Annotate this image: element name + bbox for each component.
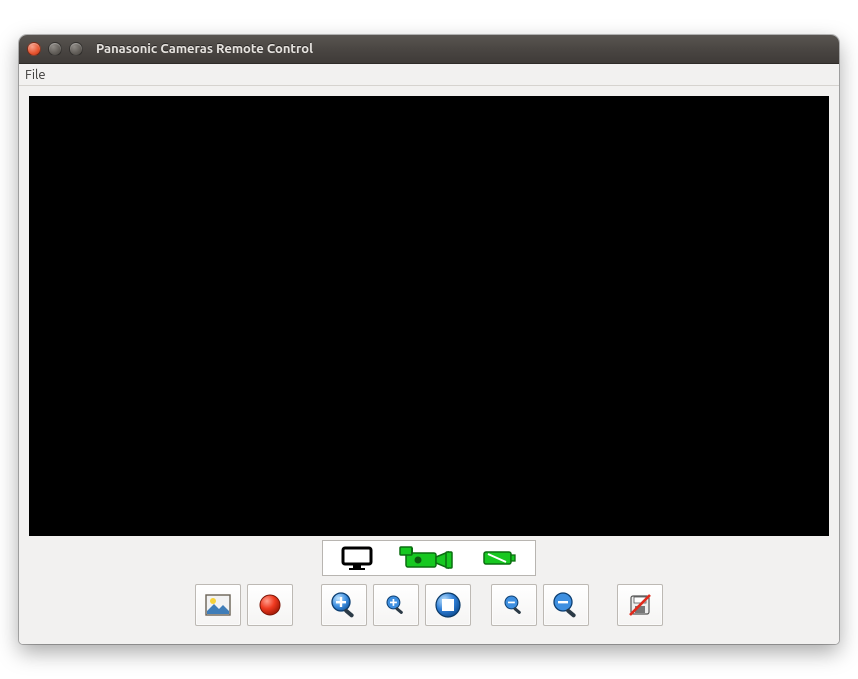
- stop-disable-button[interactable]: [617, 584, 663, 626]
- zoom-in-large-icon: [330, 591, 358, 619]
- zoom-in-button[interactable]: [321, 584, 367, 626]
- application-window: Panasonic Cameras Remote Control File: [19, 35, 839, 644]
- titlebar[interactable]: Panasonic Cameras Remote Control: [19, 35, 839, 63]
- zoom-out-button[interactable]: [543, 584, 589, 626]
- window-close-button[interactable]: [27, 42, 41, 56]
- picture-icon: [205, 594, 231, 616]
- toolbar: [29, 582, 829, 634]
- zoom-out-small-icon: [502, 593, 526, 617]
- fit-screen-icon: [434, 591, 462, 619]
- battery-status-icon[interactable]: [483, 547, 517, 569]
- menubar: File: [19, 64, 839, 86]
- zoom-out-large-icon: [552, 591, 580, 619]
- zoom-fit-button[interactable]: [425, 584, 471, 626]
- record-icon: [258, 593, 282, 617]
- monitor-mode-icon[interactable]: [341, 545, 375, 571]
- record-button[interactable]: [247, 584, 293, 626]
- video-viewport: [29, 96, 829, 536]
- zoom-out-more-button[interactable]: [491, 584, 537, 626]
- capture-image-button[interactable]: [195, 584, 241, 626]
- content-area: [19, 86, 839, 644]
- client-area: File: [19, 63, 839, 644]
- window-minimize-button[interactable]: [48, 42, 62, 56]
- camcorder-mode-icon[interactable]: [398, 545, 460, 571]
- menu-file[interactable]: File: [25, 68, 46, 82]
- window-maximize-button[interactable]: [69, 42, 83, 56]
- no-save-icon: [627, 592, 653, 618]
- zoom-in-more-button[interactable]: [373, 584, 419, 626]
- window-title: Panasonic Cameras Remote Control: [96, 42, 313, 56]
- mode-strip: [322, 540, 536, 576]
- zoom-in-small-icon: [384, 593, 408, 617]
